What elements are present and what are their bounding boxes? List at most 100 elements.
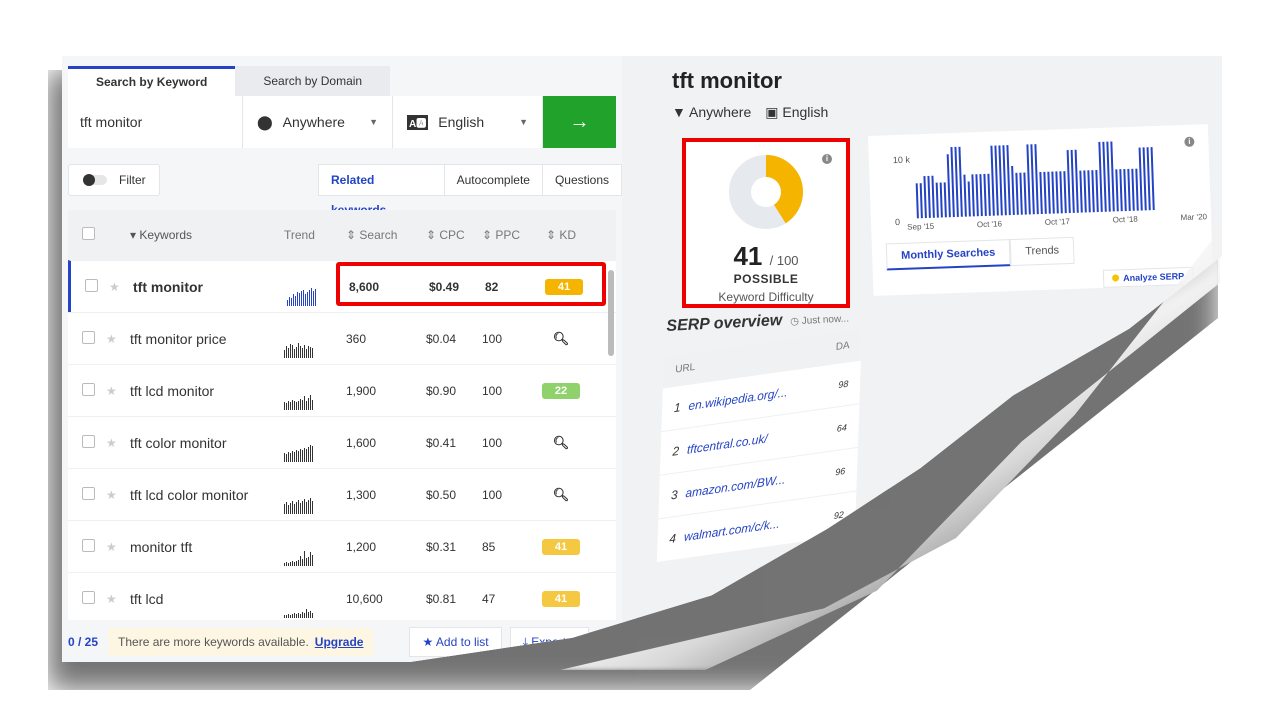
search-icon[interactable]: 🔍︎ <box>553 331 570 346</box>
star-icon[interactable]: ★ <box>106 436 117 450</box>
keyword-input[interactable]: tft monitor <box>68 96 243 148</box>
keyword-cell[interactable]: monitor tft <box>130 539 284 555</box>
trend-bar <box>1079 170 1083 213</box>
keyword-source-tabs: Related keywords Autocomplete Questions <box>318 164 622 217</box>
table-row[interactable]: ★ tft lcd color monitor 1,300 $0.50 100 … <box>68 468 616 520</box>
row-checkbox[interactable] <box>82 486 95 500</box>
tab-questions[interactable]: Questions <box>543 165 621 195</box>
tab-search-by-domain[interactable]: Search by Domain <box>235 66 391 96</box>
toggle-switch[interactable] <box>83 174 107 186</box>
search-icon[interactable]: 🔍︎ <box>553 435 570 450</box>
trend-bar <box>1135 168 1139 211</box>
search-bar: tft monitor ⬤ Anywhere ▼ A🅰 English ▼ → <box>68 96 616 148</box>
tab-monthly-searches[interactable]: Monthly Searches <box>885 239 1011 271</box>
difficulty-donut <box>729 155 803 229</box>
trend-bar <box>291 297 292 306</box>
tab-autocomplete[interactable]: Autocomplete <box>445 165 543 195</box>
language-select[interactable]: A🅰 English ▼ <box>393 96 543 148</box>
trend-bar <box>308 397 309 410</box>
trend-bar <box>284 452 285 462</box>
trend-bar <box>306 501 307 514</box>
select-all-checkbox[interactable] <box>82 227 95 240</box>
table-row[interactable]: ★ monitor tft 1,200 $0.31 85 41 <box>68 520 616 572</box>
star-icon[interactable]: ★ <box>106 332 117 346</box>
upgrade-notice: There are more keywords available. Upgrad… <box>108 628 374 656</box>
trend-bar <box>306 608 307 618</box>
trend-bar <box>308 446 309 462</box>
table-row[interactable]: ★ tft monitor price 360 $0.04 100 🔍︎ <box>68 312 616 364</box>
star-icon[interactable]: ★ <box>106 592 117 606</box>
keyword-cell[interactable]: tft color monitor <box>130 435 284 451</box>
header-kd[interactable]: ⇕ KD <box>536 228 586 242</box>
keyword-cell[interactable]: tft lcd color monitor <box>130 487 284 503</box>
trend-bar <box>1063 171 1067 214</box>
trend-bar <box>300 613 301 618</box>
star-icon[interactable]: ★ <box>106 384 117 398</box>
star-icon[interactable]: ★ <box>106 488 117 502</box>
serp-rank: 2 <box>672 443 680 459</box>
search-submit-button[interactable]: → <box>543 96 616 148</box>
trend-bar <box>298 612 299 618</box>
tab-related-keywords[interactable]: Related keywords <box>319 165 445 217</box>
tab-search-by-keyword[interactable]: Search by Keyword <box>68 66 236 96</box>
trend-bar <box>1123 169 1127 212</box>
trend-bar <box>290 343 291 358</box>
table-row[interactable]: ★ tft lcd monitor 1,900 $0.90 100 22 <box>68 364 616 416</box>
filter-toggle[interactable]: Filter <box>68 164 160 196</box>
star-icon[interactable]: ★ <box>106 540 117 554</box>
row-checkbox[interactable] <box>82 382 95 396</box>
trend-bar <box>298 450 299 462</box>
kd-cell: 🔍︎ <box>536 487 586 503</box>
table-row[interactable]: ★ tft color monitor 1,600 $0.41 100 🔍︎ <box>68 416 616 468</box>
trend-bar <box>312 347 313 358</box>
serp-url[interactable]: tftcentral.co.uk/ <box>687 431 768 457</box>
upgrade-link[interactable]: Upgrade <box>315 635 364 649</box>
row-checkbox[interactable] <box>82 538 95 552</box>
trend-bar <box>300 345 301 358</box>
trend-bar <box>1091 170 1095 213</box>
header-keywords[interactable]: ▾ Keywords <box>130 228 284 242</box>
keyword-cell[interactable]: tft lcd monitor <box>130 383 284 399</box>
header-ppc[interactable]: ⇕ PPC <box>482 228 536 242</box>
trend-bar <box>302 611 303 618</box>
keyword-cell[interactable]: tft lcd <box>130 591 284 607</box>
trend-bar <box>1034 144 1039 215</box>
trend-bar <box>288 451 289 462</box>
header-search[interactable]: ⇕ Search <box>346 228 426 242</box>
analyze-serp-button[interactable]: Analyze SERP <box>1102 266 1194 288</box>
info-icon[interactable]: i <box>822 154 832 164</box>
trend-bar <box>304 395 305 410</box>
star-icon[interactable]: ★ <box>109 280 120 294</box>
trend-bar <box>915 183 919 219</box>
row-checkbox[interactable] <box>85 278 98 292</box>
row-checkbox[interactable] <box>82 330 95 344</box>
serp-url[interactable]: walmart.com/c/k... <box>684 516 780 544</box>
serp-url[interactable]: en.wikipedia.org/... <box>688 385 788 413</box>
trend-bar <box>296 501 297 514</box>
difficulty-label: POSSIBLE <box>733 272 799 286</box>
keyword-cell[interactable]: tft monitor price <box>130 331 284 347</box>
serp-url[interactable]: amazon.com/BW... <box>685 472 785 500</box>
table-scrollbar[interactable] <box>608 270 614 356</box>
header-cpc[interactable]: ⇕ CPC <box>426 228 482 242</box>
location-pin-icon: ⬤ <box>257 113 273 130</box>
trend-bar <box>1115 169 1119 212</box>
trend-bar <box>284 562 285 566</box>
trend-bar <box>290 452 291 462</box>
search-cell: 10,600 <box>346 591 383 606</box>
row-checkbox[interactable] <box>82 590 95 604</box>
trend-bar <box>290 561 291 566</box>
trend-bar <box>300 555 301 566</box>
tab-trends[interactable]: Trends <box>1009 236 1075 267</box>
keyword-cell[interactable]: tft monitor <box>133 279 287 295</box>
trend-bar <box>292 613 293 618</box>
trend-bar <box>971 174 975 217</box>
row-checkbox[interactable] <box>82 434 95 448</box>
trend-bar <box>284 614 285 618</box>
trend-bar <box>303 289 304 306</box>
table-row[interactable]: ★ tft lcd 10,600 $0.81 47 41 <box>68 572 616 624</box>
language-icon: A🅰 <box>407 114 429 130</box>
location-select[interactable]: ⬤ Anywhere ▼ <box>243 96 393 148</box>
search-icon[interactable]: 🔍︎ <box>553 487 570 502</box>
trend-bar <box>919 183 923 219</box>
